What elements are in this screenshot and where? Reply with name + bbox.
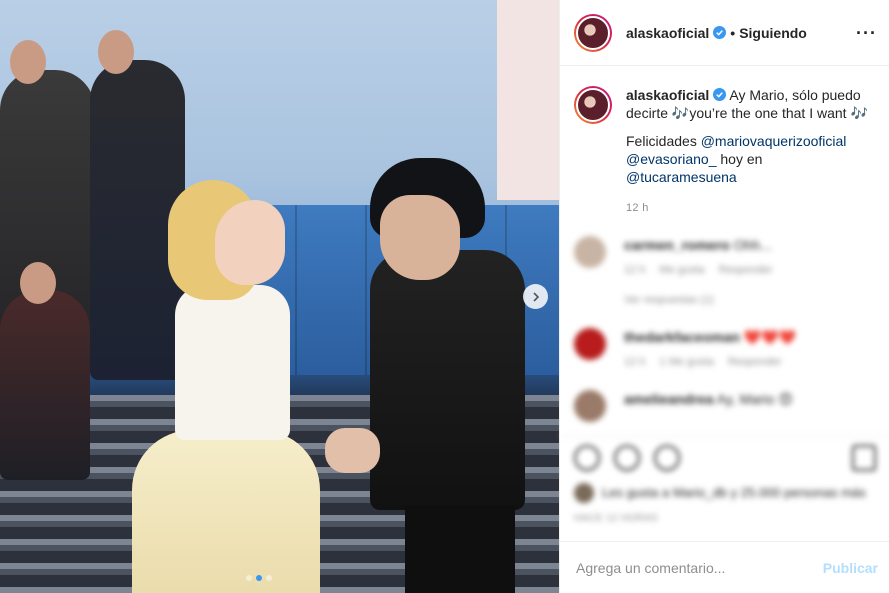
caption-line-2: Felicidades @mariovaquerizooficial @evas… — [626, 132, 877, 186]
background-head-1 — [10, 40, 46, 84]
share-icon[interactable] — [654, 445, 680, 471]
man-leather-jacket — [370, 250, 525, 510]
liker-avatar[interactable] — [574, 483, 594, 503]
comment-text: Ohh... — [733, 237, 772, 253]
comment-avatar[interactable] — [574, 328, 606, 360]
chevron-right-icon — [532, 291, 539, 302]
comment-reply-button[interactable]: Responder — [728, 356, 782, 368]
caption-prefix: Felicidades — [626, 133, 701, 149]
comment-line: carmen_romero Ohh... — [624, 236, 787, 254]
likes-summary: Les gusta a Mario_db y 25.000 personas m… — [574, 483, 876, 503]
woman-skirt — [132, 430, 320, 593]
more-options-icon[interactable]: ··· — [856, 24, 877, 42]
post-photo[interactable] — [0, 0, 559, 593]
carousel-next-button[interactable] — [523, 284, 548, 309]
comment-time: 12 h — [624, 264, 646, 276]
view-replies-button[interactable]: Ver respuestas (1) — [624, 294, 787, 306]
background-head-3 — [20, 262, 56, 304]
comment-text: ❤️❤️❤️ — [743, 329, 797, 345]
comment-username[interactable]: amelieandrea — [624, 391, 714, 407]
header-separator: • — [730, 24, 736, 41]
background-person-3 — [0, 290, 90, 480]
likes-text[interactable]: Les gusta a Mario_db y 25.000 personas m… — [602, 485, 866, 501]
mention-link[interactable]: @tucaramesuena — [626, 169, 737, 185]
verified-badge-icon — [713, 26, 727, 39]
comment-avatar[interactable] — [574, 236, 606, 268]
woman-blouse — [175, 285, 290, 440]
comment-icon[interactable] — [614, 445, 640, 471]
comment-meta: 12 h Me gusta Responder — [624, 264, 787, 276]
woman-face — [215, 200, 285, 285]
action-row — [574, 443, 876, 473]
comments-list: carmen_romero Ohh... 12 h Me gusta Respond… — [560, 236, 889, 422]
avatar-image — [576, 15, 610, 50]
comment-line: thedarkfaceoman ❤️❤️❤️ — [624, 328, 796, 346]
list-item: thedarkfaceoman ❤️❤️❤️ 12 h 1 Me gusta Res… — [560, 328, 889, 368]
comment-meta: 12 h 1 Me gusta Responder — [624, 356, 796, 368]
caption-avatar[interactable] — [574, 86, 612, 124]
caption-mid: hoy en — [716, 151, 763, 167]
comment-text: Ay, Mario 😍 — [716, 391, 793, 407]
comment-input[interactable] — [576, 559, 823, 576]
carousel-dot[interactable] — [246, 575, 252, 581]
verified-badge-icon — [713, 88, 727, 101]
caption-username[interactable]: alaskaoficial — [626, 87, 709, 103]
comment-body: carmen_romero Ohh... 12 h Me gusta Respond… — [624, 236, 787, 306]
carousel-dot[interactable] — [266, 575, 272, 581]
avatar-image — [576, 88, 610, 122]
carousel-dot-active[interactable] — [256, 575, 262, 581]
bookmark-icon[interactable] — [852, 445, 876, 471]
backdrop-wall — [497, 0, 559, 200]
joined-hands — [325, 428, 380, 473]
man-face — [380, 195, 460, 280]
background-head-2 — [98, 30, 134, 74]
comment-avatar[interactable] — [574, 390, 606, 422]
comment-body: amelieandrea Ay, Mario 😍 — [624, 390, 793, 408]
following-button[interactable]: Siguiendo — [739, 25, 807, 41]
comment-username[interactable]: thedarkfaceoman — [624, 329, 740, 345]
post-timestamp[interactable]: 12 h — [626, 202, 889, 214]
mention-link[interactable]: @evasoriano_ — [626, 151, 717, 167]
post-header: alaskaoficial • Siguiendo ··· — [560, 0, 889, 66]
comment-time: 12 h — [624, 356, 646, 368]
caption-text: alaskaoficial Ay Mario, sólo puedo decir… — [626, 86, 877, 186]
list-item: carmen_romero Ohh... 12 h Me gusta Respond… — [560, 236, 889, 306]
publish-button[interactable]: Publicar — [823, 560, 878, 576]
man-trousers — [405, 505, 515, 593]
carousel-dots — [246, 575, 272, 581]
post-side-panel: alaskaoficial • Siguiendo ··· alaskaofic… — [559, 0, 889, 593]
header-username[interactable]: alaskaoficial — [626, 25, 709, 41]
list-item: amelieandrea Ay, Mario 😍 — [560, 390, 889, 422]
comment-username[interactable]: carmen_romero — [624, 237, 730, 253]
comment-body: thedarkfaceoman ❤️❤️❤️ 12 h 1 Me gusta Res… — [624, 328, 796, 368]
comment-line: amelieandrea Ay, Mario 😍 — [624, 390, 793, 408]
heart-icon[interactable] — [574, 445, 600, 471]
add-comment-bar: Publicar — [560, 541, 889, 593]
caption: alaskaoficial Ay Mario, sólo puedo decir… — [560, 66, 889, 186]
avatar[interactable] — [574, 13, 612, 52]
comment-likes[interactable]: Me gusta — [659, 264, 704, 276]
post-date[interactable]: HACE 12 HORAS — [574, 513, 876, 524]
post-actions: Les gusta a Mario_db y 25.000 personas m… — [560, 436, 889, 530]
comment-reply-button[interactable]: Responder — [719, 264, 773, 276]
mention-link[interactable]: @mariovaquerizooficial — [701, 133, 847, 149]
comment-likes[interactable]: 1 Me gusta — [659, 356, 713, 368]
